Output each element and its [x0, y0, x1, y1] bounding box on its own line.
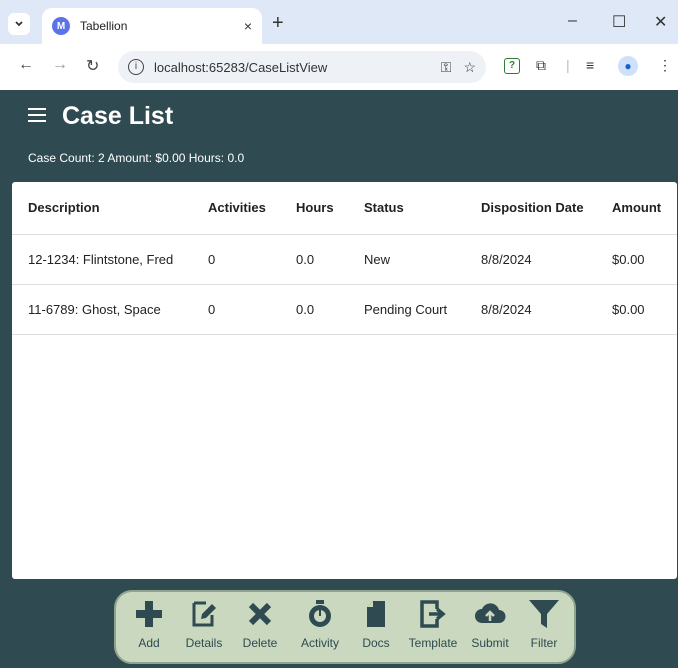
add-button-label: Add — [138, 636, 160, 650]
cell-description: 12-1234: Flintstone, Fred — [12, 234, 192, 285]
cell-status: New — [348, 234, 465, 285]
toolbar-divider: | — [566, 57, 570, 73]
add-button[interactable]: Add — [122, 592, 176, 662]
filter-button[interactable]: Filter — [514, 592, 574, 662]
app-favicon-icon: M — [52, 17, 70, 35]
case-summary: Case Count: 2 Amount: $0.00 Hours: 0.0 — [28, 151, 245, 165]
new-tab-button[interactable]: + — [272, 12, 284, 35]
delete-button-label: Delete — [242, 636, 278, 650]
key-icon[interactable]: ⚿ — [441, 59, 452, 76]
action-toolbar: Add Details Delete Activity Docs Templat… — [114, 590, 576, 664]
filter-icon — [529, 600, 559, 628]
star-icon[interactable]: ☆ — [463, 59, 476, 76]
cell-activities: 0 — [192, 284, 280, 335]
more-icon[interactable]: ⋮ — [658, 57, 672, 74]
cell-hours: 0.0 — [280, 284, 348, 335]
browser-toolbar: ← → ↻ i localhost:65283/CaseListView ⚿ ☆… — [0, 44, 678, 90]
case-table: Description Activities Hours Status Disp… — [12, 182, 677, 335]
column-header-status[interactable]: Status — [348, 182, 465, 235]
cell-hours: 0.0 — [280, 234, 348, 285]
table-row[interactable]: 12-1234: Flintstone, Fred 0 0.0 New 8/8/… — [12, 234, 677, 285]
cell-activities: 0 — [192, 234, 280, 285]
minimize-icon[interactable]: – — [568, 12, 577, 30]
template-button-label: Template — [408, 636, 458, 650]
address-bar[interactable]: i localhost:65283/CaseListView ⚿ ☆ — [118, 51, 486, 83]
tab-title: Tabellion — [80, 19, 128, 33]
forward-arrow-icon[interactable]: → — [52, 56, 68, 74]
details-button[interactable]: Details — [176, 592, 232, 662]
column-header-hours[interactable]: Hours — [280, 182, 348, 235]
column-header-description[interactable]: Description — [12, 182, 192, 235]
details-button-label: Details — [185, 636, 223, 650]
page-title: Case List — [62, 102, 174, 130]
document-icon — [367, 601, 385, 627]
browser-tab[interactable]: M Tabellion × — [42, 8, 262, 44]
profile-icon[interactable]: ● — [618, 56, 638, 76]
table-row[interactable]: 11-6789: Ghost, Space 0 0.0 Pending Cour… — [12, 284, 677, 335]
cell-amount: $0.00 — [596, 284, 677, 335]
edit-icon — [192, 601, 216, 627]
table-header-row: Description Activities Hours Status Disp… — [12, 182, 677, 235]
column-header-activities[interactable]: Activities — [192, 182, 280, 235]
cell-status: Pending Court — [348, 284, 465, 335]
activity-button[interactable]: Activity — [288, 592, 352, 662]
case-table-panel: Description Activities Hours Status Disp… — [12, 182, 677, 579]
submit-button[interactable]: Submit — [466, 592, 514, 662]
chevron-down-icon — [15, 21, 23, 27]
back-arrow-icon[interactable]: ← — [18, 56, 34, 74]
stopwatch-icon — [309, 600, 331, 627]
template-button[interactable]: Template — [400, 592, 466, 662]
delete-button[interactable]: Delete — [232, 592, 288, 662]
x-icon — [248, 602, 272, 626]
maximize-icon[interactable]: ☐ — [612, 12, 626, 32]
browser-tabstrip: M Tabellion × + – ☐ ✕ — [0, 0, 678, 44]
activity-button-label: Activity — [300, 636, 339, 650]
cell-disposition-date: 8/8/2024 — [465, 284, 596, 335]
url-text[interactable]: localhost:65283/CaseListView — [154, 60, 429, 75]
submit-button-label: Submit — [471, 636, 509, 650]
filter-button-label: Filter — [530, 636, 558, 650]
docs-button[interactable]: Docs — [352, 592, 400, 662]
close-window-icon[interactable]: ✕ — [654, 12, 667, 32]
extension-icon[interactable]: ? — [504, 58, 520, 74]
hamburger-menu-icon[interactable] — [28, 108, 46, 126]
tab-close-icon[interactable]: × — [244, 18, 252, 34]
column-header-amount[interactable]: Amount — [596, 182, 677, 235]
cell-description: 11-6789: Ghost, Space — [12, 284, 192, 335]
site-info-icon[interactable]: i — [128, 59, 144, 75]
media-icon[interactable]: ≡ — [586, 57, 594, 73]
export-icon — [420, 600, 446, 628]
docs-button-label: Docs — [362, 636, 390, 650]
reload-icon[interactable]: ↻ — [86, 56, 99, 76]
app-body: Case List Case Count: 2 Amount: $0.00 Ho… — [0, 90, 678, 668]
cell-amount: $0.00 — [596, 234, 677, 285]
cell-disposition-date: 8/8/2024 — [465, 234, 596, 285]
column-header-disposition-date[interactable]: Disposition Date — [465, 182, 596, 235]
plus-icon — [136, 601, 162, 627]
tab-search-button[interactable] — [8, 13, 30, 35]
puzzle-icon[interactable]: ⧉ — [536, 57, 546, 74]
cloud-upload-icon — [475, 603, 506, 623]
